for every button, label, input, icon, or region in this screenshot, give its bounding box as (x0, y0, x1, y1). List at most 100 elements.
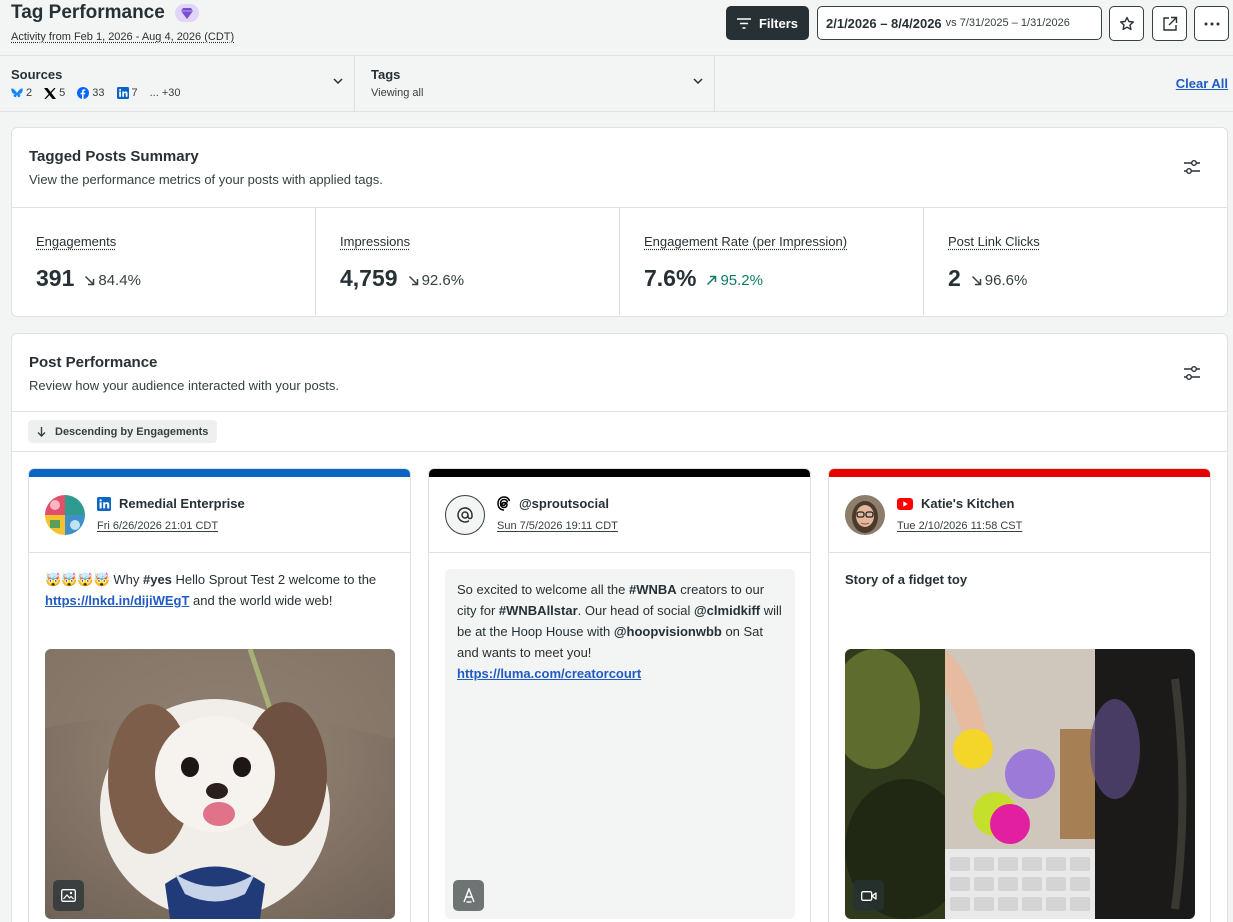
text-post-box: So excited to welcome all the #WNBA crea… (445, 569, 795, 919)
metric-row: 2 96.6% (948, 265, 1027, 292)
threads-icon (497, 496, 511, 511)
arrow-up-right-icon (706, 275, 717, 286)
diamond-icon (175, 4, 199, 22)
metric-change: 92.6% (408, 272, 465, 289)
tags-value: Viewing all (371, 87, 423, 99)
post-card[interactable]: @sproutsocial Sun 7/5/2026 19:11 CDT So … (428, 468, 811, 922)
filter-bar: Sources 2 5 33 7 ... +30 Tags Viewing al… (0, 56, 1233, 112)
avatar (845, 495, 885, 535)
post-author-name: Katie's Kitchen (921, 496, 1014, 511)
post-performance-card: Post Performance Review how your audienc… (11, 333, 1228, 922)
metric-row: 7.6% 95.2% (644, 265, 763, 292)
arrow-down-right-icon (84, 275, 95, 286)
source-bluesky: 2 (11, 87, 32, 99)
network-color-bar (829, 469, 1210, 477)
metric-post-link-clicks: Post Link Clicks 2 96.6% (924, 208, 1227, 315)
facebook-icon (77, 87, 89, 99)
avatar (445, 495, 485, 535)
post-text: So excited to welcome all the #WNBA crea… (457, 579, 787, 684)
post-text-part: . Our head of social (578, 603, 694, 618)
activity-range[interactable]: Activity from Feb 1, 2026 - Aug 4, 2026 … (11, 31, 234, 43)
post-image[interactable] (45, 649, 395, 919)
network-color-bar (429, 469, 810, 477)
divider (12, 451, 1227, 452)
title-wrap: Tag Performance (11, 2, 199, 24)
performance-title: Post Performance (29, 354, 157, 371)
metric-label[interactable]: Post Link Clicks (948, 234, 1040, 249)
date-range: 2/1/2026 – 8/4/2026 (826, 16, 942, 31)
tags-filter[interactable]: Tags Viewing all (355, 56, 715, 112)
linkedin-icon (97, 497, 111, 511)
metric-change-value: 92.6% (422, 272, 465, 289)
sources-label: Sources (11, 67, 62, 82)
metric-impressions: Impressions 4,759 92.6% (316, 208, 620, 315)
post-author: @sproutsocial (497, 496, 609, 511)
metric-label[interactable]: Engagements (36, 234, 116, 249)
post-card[interactable]: Katie's Kitchen Tue 2/10/2026 11:58 CST … (828, 468, 1211, 922)
sources-list: 2 5 33 7 ... +30 (11, 87, 181, 99)
post-date[interactable]: Sun 7/5/2026 19:11 CDT (497, 520, 618, 532)
post-header: Katie's Kitchen Tue 2/10/2026 11:58 CST (829, 477, 1210, 553)
post-author: Remedial Enterprise (97, 496, 245, 511)
filters-button[interactable]: Filters (726, 6, 809, 40)
network-color-bar (29, 469, 410, 477)
post-date[interactable]: Fri 6/26/2026 21:01 CDT (97, 520, 218, 532)
settings-sliders-icon[interactable] (1183, 365, 1201, 381)
image-icon (53, 880, 84, 911)
more-icon (1204, 22, 1220, 26)
export-icon (1162, 16, 1178, 32)
arrow-down-icon (37, 427, 46, 437)
export-button[interactable] (1152, 6, 1187, 41)
metric-label[interactable]: Impressions (340, 234, 410, 249)
post-author-name: @sproutsocial (519, 496, 609, 511)
post-text-part: Hello Sprout Test 2 welcome to the (172, 572, 376, 587)
source-count: 2 (26, 87, 32, 99)
favorite-button[interactable] (1109, 6, 1144, 41)
sort-button[interactable]: Descending by Engagements (28, 420, 217, 443)
metric-change-value: 84.4% (98, 272, 141, 289)
sources-filter[interactable]: Sources 2 5 33 7 ... +30 (0, 56, 355, 112)
post-link[interactable]: https://lnkd.in/dijiWEgT (45, 593, 189, 608)
post-date[interactable]: Tue 2/10/2026 11:58 CST (897, 520, 1022, 532)
more-button[interactable] (1194, 6, 1229, 41)
post-link[interactable]: https://luma.com/creatorcourt (457, 666, 641, 681)
mention[interactable]: @clmidkiff (694, 603, 760, 618)
summary-title: Tagged Posts Summary (29, 148, 199, 165)
star-icon (1119, 16, 1135, 32)
at-icon (457, 507, 473, 523)
tagged-posts-summary-card: Tagged Posts Summary View the performanc… (11, 127, 1228, 317)
date-range-button[interactable]: 2/1/2026 – 8/4/2026 vs 7/31/2025 – 1/31/… (817, 6, 1102, 40)
mention[interactable]: @hoopvisionwbb (614, 624, 722, 639)
post-emoji: 🤯🤯🤯🤯 (45, 572, 110, 587)
divider (12, 411, 1227, 412)
metric-change-value: 96.6% (985, 272, 1028, 289)
bluesky-icon (11, 88, 23, 99)
metric-engagement-rate: Engagement Rate (per Impression) 7.6% 95… (620, 208, 924, 315)
tags-label: Tags (371, 67, 400, 82)
metric-row: 391 84.4% (36, 265, 141, 292)
metric-change: 95.2% (706, 272, 763, 289)
performance-subtitle: Review how your audience interacted with… (29, 378, 339, 393)
text-post-icon (453, 880, 484, 911)
metric-engagements: Engagements 391 84.4% (12, 208, 316, 315)
post-video[interactable] (845, 649, 1195, 919)
compare-range: vs 7/31/2025 – 1/31/2026 (946, 17, 1070, 29)
post-card[interactable]: Remedial Enterprise Fri 6/26/2026 21:01 … (28, 468, 411, 922)
source-linkedin: 7 (117, 87, 138, 99)
metric-change: 96.6% (971, 272, 1028, 289)
filter-icon (737, 18, 751, 29)
metric-value: 391 (36, 265, 74, 292)
summary-subtitle: View the performance metrics of your pos… (29, 172, 383, 187)
video-icon (853, 880, 884, 911)
hashtag[interactable]: #WNBA (629, 582, 677, 597)
arrow-down-right-icon (971, 275, 982, 286)
page-header: Tag Performance Activity from Feb 1, 202… (0, 0, 1233, 56)
post-text-part: So excited to welcome all the (457, 582, 629, 597)
page-title: Tag Performance (11, 2, 165, 24)
filters-label: Filters (759, 16, 798, 31)
metric-label[interactable]: Engagement Rate (per Impression) (644, 234, 847, 249)
hashtag[interactable]: #WNBAllstar (499, 603, 578, 618)
clear-all-link[interactable]: Clear All (1176, 76, 1228, 91)
hashtag[interactable]: #yes (143, 572, 172, 587)
settings-sliders-icon[interactable] (1183, 159, 1201, 175)
